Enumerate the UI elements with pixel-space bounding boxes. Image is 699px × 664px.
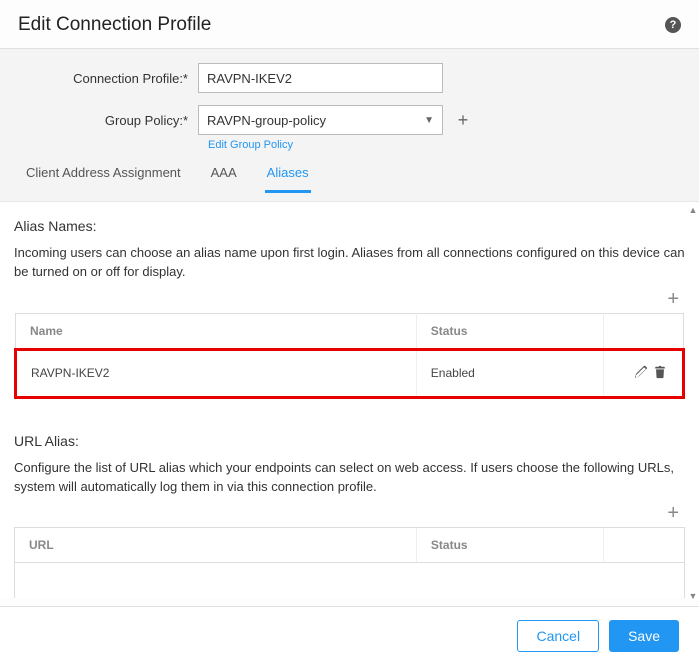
group-policy-label: Group Policy:* <box>18 113 198 128</box>
alias-names-section: Alias Names: Incoming users can choose a… <box>14 218 685 399</box>
alias-status-col-header: Status <box>416 313 603 349</box>
alias-names-description: Incoming users can choose an alias name … <box>14 244 685 282</box>
url-alias-section: URL Alias: Configure the list of URL ali… <box>14 433 685 598</box>
alias-row-name: RAVPN-IKEV2 <box>16 349 417 397</box>
url-col-header: URL <box>15 528 416 563</box>
trash-icon <box>653 365 667 379</box>
edit-group-policy-link[interactable]: Edit Group Policy <box>208 139 681 151</box>
url-alias-table: URL Status <box>15 528 684 598</box>
alias-names-title: Alias Names: <box>14 218 685 234</box>
tab-client-address-assignment[interactable]: Client Address Assignment <box>24 159 183 193</box>
page-title: Edit Connection Profile <box>18 14 211 36</box>
group-policy-value: RAVPN-group-policy <box>207 113 326 128</box>
add-alias-name-button[interactable]: + <box>667 288 679 311</box>
delete-alias-button[interactable] <box>652 368 668 382</box>
url-alias-title: URL Alias: <box>14 433 685 449</box>
add-group-policy-button[interactable]: + <box>453 110 473 130</box>
url-actions-col-header <box>604 528 684 563</box>
connection-profile-input[interactable] <box>198 63 443 93</box>
connection-profile-label: Connection Profile:* <box>18 71 198 86</box>
table-row: RAVPN-IKEV2 Enabled <box>16 349 684 397</box>
help-icon[interactable]: ? <box>665 17 681 33</box>
alias-actions-col-header <box>603 313 683 349</box>
group-policy-select[interactable]: RAVPN-group-policy ▼ <box>198 105 443 135</box>
add-url-alias-button[interactable]: + <box>667 502 679 525</box>
tab-aliases[interactable]: Aliases <box>265 159 311 193</box>
pencil-icon <box>634 365 648 379</box>
alias-row-status: Enabled <box>416 349 603 397</box>
table-row-empty <box>15 563 684 598</box>
cancel-button[interactable]: Cancel <box>517 620 599 652</box>
url-status-col-header: Status <box>416 528 603 563</box>
scroll-down-icon[interactable]: ▼ <box>688 590 698 602</box>
url-alias-description: Configure the list of URL alias which yo… <box>14 459 685 497</box>
save-button[interactable]: Save <box>609 620 679 652</box>
alias-names-table: Name Status RAVPN-IKEV2 Enabled <box>14 313 685 399</box>
alias-name-col-header: Name <box>16 313 417 349</box>
chevron-down-icon: ▼ <box>424 115 434 126</box>
tab-aaa[interactable]: AAA <box>209 159 239 193</box>
scroll-up-icon[interactable]: ▲ <box>688 204 698 216</box>
edit-alias-button[interactable] <box>633 368 652 382</box>
